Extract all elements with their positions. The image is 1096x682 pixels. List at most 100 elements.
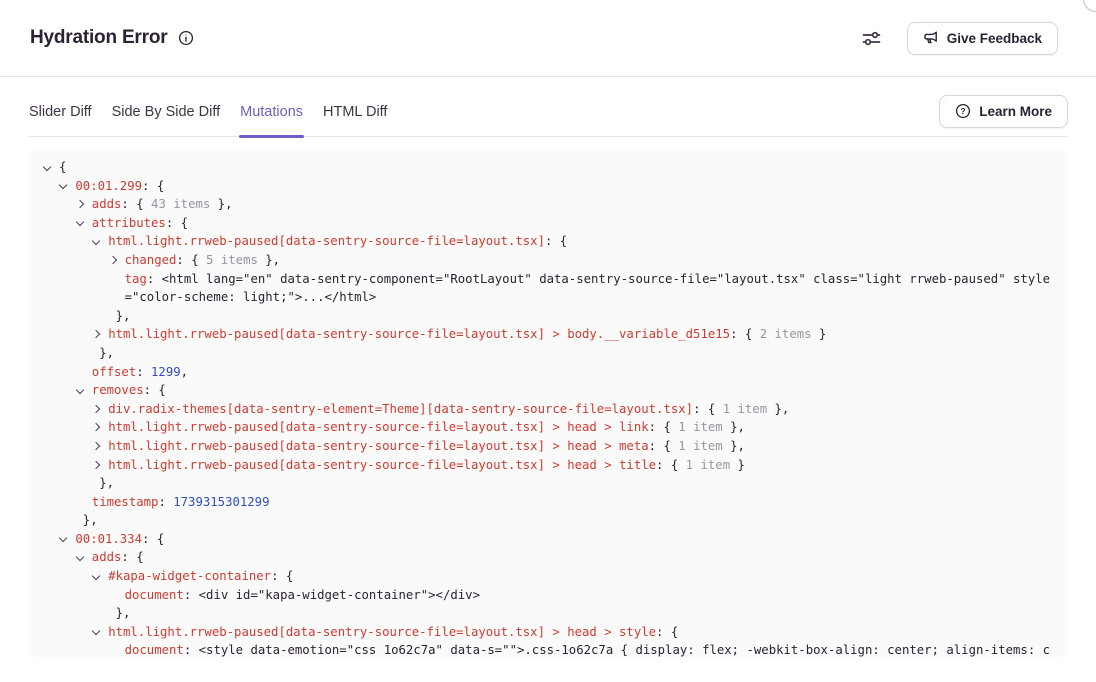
tree-row[interactable]: html.light.rrweb-paused[data-sentry-sour… [40, 623, 1056, 642]
chevron-down-icon[interactable] [92, 627, 100, 635]
tree-key: adds [92, 550, 122, 564]
tree-text: : { [649, 420, 679, 434]
tree-row[interactable]: { [40, 158, 1056, 177]
tree-key: html.light.rrweb-paused[data-sentry-sour… [108, 420, 648, 434]
tabs: Slider Diff Side By Side Diff Mutations HTM… [28, 93, 388, 136]
tree-text: : { [545, 234, 567, 248]
tree-text: }, [723, 420, 745, 434]
tree-text: }, [116, 606, 131, 620]
tree-text: : [147, 272, 162, 286]
chevron-right-icon[interactable] [92, 330, 100, 338]
chevron-down-icon[interactable] [76, 385, 84, 393]
tree-text: }, [99, 346, 114, 360]
tree-key: html.light.rrweb-paused[data-sentry-sour… [108, 234, 545, 248]
question-circle-icon: ? [955, 103, 971, 119]
tree-row[interactable]: adds: { [40, 548, 1056, 567]
tree-text: }, [767, 402, 789, 416]
tree-row: timestamp: 1739315301299 [40, 493, 1056, 512]
tree-text: : { [656, 458, 686, 472]
give-feedback-button[interactable]: Give Feedback [907, 22, 1058, 55]
tab-label: HTML Diff [323, 104, 387, 120]
dialog-close-partial[interactable] [1083, 0, 1096, 12]
tree-row: }, [40, 344, 1056, 363]
tree-key: document [125, 643, 184, 657]
tree-text: : { [121, 197, 151, 211]
tree-text: : [136, 365, 151, 379]
tab-html-diff[interactable]: HTML Diff [322, 93, 388, 136]
tree-text: <div id="kapa-widget-container"></div> [199, 588, 480, 602]
tree-row: }, [40, 307, 1056, 326]
tree-row[interactable]: removes: { [40, 381, 1056, 400]
chevron-down-icon[interactable] [59, 534, 67, 542]
tree-key: div.radix-themes[data-sentry-element=The… [108, 402, 693, 416]
chevron-right-icon[interactable] [76, 200, 84, 208]
learn-more-label: Learn More [979, 104, 1052, 119]
tree-row[interactable]: adds: { 43 items }, [40, 195, 1056, 214]
tab-mutations[interactable]: Mutations [239, 93, 304, 136]
info-icon[interactable] [176, 28, 196, 48]
chevron-down-icon[interactable] [59, 181, 67, 189]
settings-sliders-icon[interactable] [858, 25, 885, 52]
tree-row[interactable]: div.radix-themes[data-sentry-element=The… [40, 400, 1056, 419]
tree-text: : [184, 643, 199, 657]
tree-text: : { [142, 532, 164, 546]
chevron-down-icon[interactable] [76, 553, 84, 561]
tree-row[interactable]: 00:01.299: { [40, 177, 1056, 196]
tree-row[interactable]: html.light.rrweb-paused[data-sentry-sour… [40, 325, 1056, 344]
chevron-down-icon[interactable] [92, 237, 100, 245]
tree-key: html.light.rrweb-paused[data-sentry-sour… [108, 327, 730, 341]
page-header: Hydration Error Gi [0, 0, 1096, 77]
tree-text: : { [730, 327, 760, 341]
tree-text: 1 item [686, 458, 730, 472]
chevron-right-icon[interactable] [108, 256, 116, 264]
tab-label: Slider Diff [29, 104, 92, 120]
tree-row[interactable]: html.light.rrweb-paused[data-sentry-sour… [40, 437, 1056, 456]
tree-row[interactable]: 00:01.334: { [40, 530, 1056, 549]
chevron-right-icon[interactable] [92, 423, 100, 431]
learn-more-button[interactable]: ? Learn More [939, 95, 1068, 128]
tree-row[interactable]: changed: { 5 items }, [40, 251, 1056, 270]
tree-text: }, [210, 197, 232, 211]
tree-row: tag: <html lang="en" data-sentry-compone… [40, 270, 1056, 307]
tree-text: : { [656, 625, 678, 639]
tree-text: }, [723, 439, 745, 453]
tree-key: html.light.rrweb-paused[data-sentry-sour… [108, 439, 648, 453]
tree-text: } [812, 327, 827, 341]
tab-side-by-side-diff[interactable]: Side By Side Diff [111, 93, 222, 136]
chevron-right-icon[interactable] [92, 404, 100, 412]
megaphone-icon [923, 30, 939, 46]
tree-row[interactable]: #kapa-widget-container: { [40, 567, 1056, 586]
tree-row[interactable]: html.light.rrweb-paused[data-sentry-sour… [40, 456, 1056, 475]
chevron-right-icon[interactable] [92, 442, 100, 450]
tree-key: 00:01.299 [75, 179, 142, 193]
tree-row: document: <style data-emotion="css 1o62c… [40, 641, 1056, 657]
tree-row: }, [40, 511, 1056, 530]
tree-row[interactable]: html.light.rrweb-paused[data-sentry-sour… [40, 418, 1056, 437]
tree-key: html.light.rrweb-paused[data-sentry-sour… [108, 625, 656, 639]
chevron-down-icon[interactable] [92, 571, 100, 579]
tree-key: adds [92, 197, 122, 211]
tree-key: tag [125, 272, 147, 286]
tree-text: : [184, 588, 199, 602]
chevron-down-icon[interactable] [76, 218, 84, 226]
tree-row[interactable]: attributes: { [40, 214, 1056, 233]
tree-key: document [125, 588, 184, 602]
tree-text: <style data-emotion="css 1o62c7a" data-s… [125, 643, 1050, 657]
tree-text: : { [121, 550, 143, 564]
tree-text: : [158, 495, 173, 509]
tree-text: : { [649, 439, 679, 453]
tree-text: 1739315301299 [173, 495, 269, 509]
active-tab-underline [239, 135, 304, 138]
tree-text: } [730, 458, 745, 472]
tree-text: : { [693, 402, 723, 416]
tree-key: removes [92, 383, 144, 397]
tree-text: <html lang="en" data-sentry-component="R… [125, 272, 1050, 305]
tree-row[interactable]: html.light.rrweb-paused[data-sentry-sour… [40, 232, 1056, 251]
tree-text: : { [142, 179, 164, 193]
tree-text: }, [99, 476, 114, 490]
svg-text:?: ? [961, 106, 966, 116]
json-tree[interactable]: {00:01.299: {adds: { 43 items },attribut… [28, 149, 1068, 657]
chevron-right-icon[interactable] [92, 460, 100, 468]
tab-slider-diff[interactable]: Slider Diff [28, 93, 93, 136]
chevron-down-icon[interactable] [43, 162, 51, 170]
